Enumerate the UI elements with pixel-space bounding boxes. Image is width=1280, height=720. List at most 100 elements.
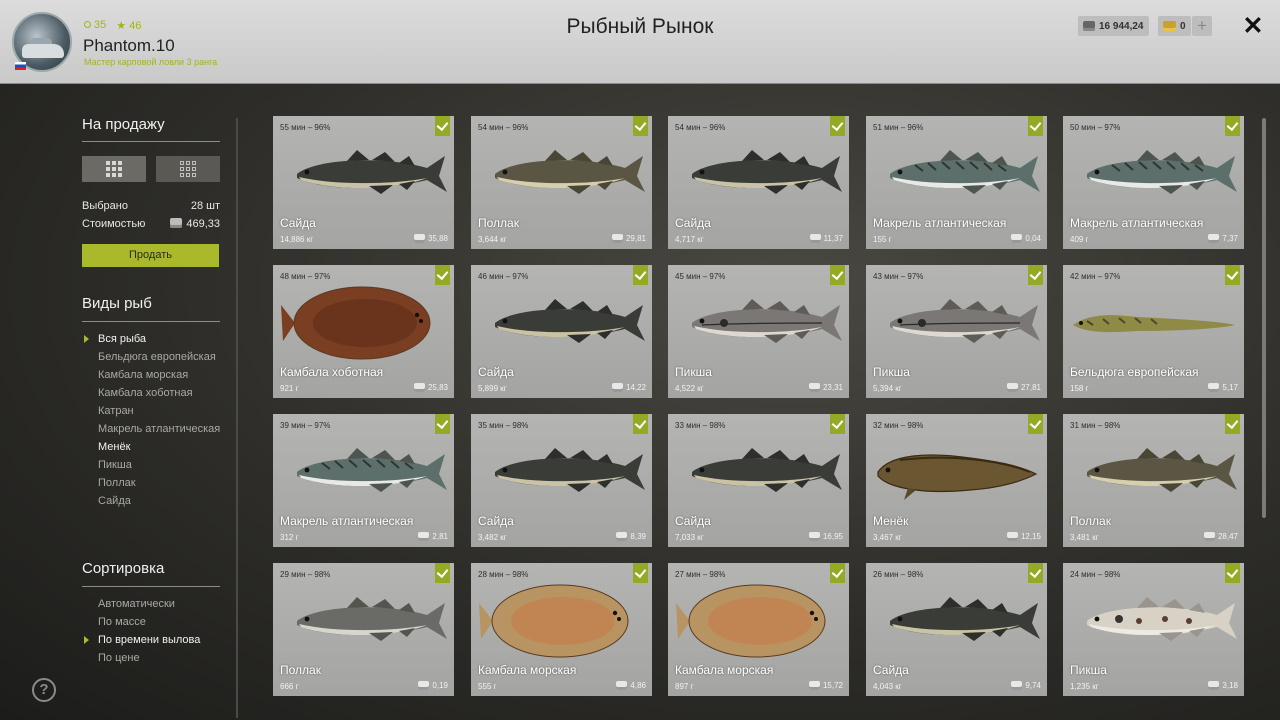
catch-time-label: 48 мин – 97%: [280, 272, 331, 281]
fish-price: 25,83: [413, 383, 448, 392]
species-filter-item[interactable]: Бельдюга европейская: [98, 351, 228, 363]
checkbox-checked-icon[interactable]: [1225, 563, 1240, 583]
fish-price: 35,88: [413, 234, 448, 243]
checkbox-checked-icon[interactable]: [633, 563, 648, 583]
close-button[interactable]: ✕: [1240, 13, 1266, 39]
species-filter-item[interactable]: Камбала морская: [98, 369, 228, 381]
species-filter-item[interactable]: Макрель атлантическая: [98, 423, 228, 435]
fish-weight: 7,033 кг: [675, 533, 704, 542]
catch-time-label: 26 мин – 98%: [873, 570, 924, 579]
fish-image: [890, 150, 1040, 194]
species-filter-item[interactable]: Менёк: [98, 441, 228, 453]
fish-card[interactable]: 32 мин – 98% Менёк 3,467 кг 12,15: [866, 414, 1047, 547]
fish-card[interactable]: 27 мин – 98% Камбала морская 897 г 15,72: [668, 563, 849, 696]
fish-image: [1087, 150, 1237, 194]
catch-time-label: 54 мин – 96%: [675, 123, 726, 132]
sort-option-item[interactable]: Автоматически: [98, 598, 228, 610]
fish-price: 5,17: [1208, 383, 1238, 392]
grid-scrollbar[interactable]: [1262, 118, 1266, 518]
fish-card[interactable]: 31 мин – 98% Поллак 3,481 кг 28,47: [1063, 414, 1244, 547]
checkbox-checked-icon[interactable]: [830, 116, 845, 136]
checkbox-checked-icon[interactable]: [435, 265, 450, 285]
fish-card[interactable]: 28 мин – 98% Камбала морская 555 г 4,86: [471, 563, 652, 696]
fish-card[interactable]: 26 мин – 98% Сайда 4,043 кг 9,74: [866, 563, 1047, 696]
fish-card[interactable]: 51 мин – 96% Макрель атлантическая 155 г…: [866, 116, 1047, 249]
checkbox-checked-icon[interactable]: [1028, 116, 1043, 136]
checkbox-checked-icon[interactable]: [1225, 116, 1240, 136]
help-button[interactable]: ?: [32, 678, 56, 702]
fish-image: [1087, 597, 1237, 641]
catch-time-label: 45 мин – 97%: [675, 272, 726, 281]
checkbox-checked-icon[interactable]: [435, 563, 450, 583]
fish-image: [877, 454, 1038, 500]
catch-time-label: 24 мин – 98%: [1070, 570, 1121, 579]
fish-card[interactable]: 43 мин – 97% Пикша 5,394 кг 27,81: [866, 265, 1047, 398]
fish-card[interactable]: 50 мин – 97% Макрель атлантическая 409 г…: [1063, 116, 1244, 249]
fish-name: Пикша: [675, 365, 712, 379]
fish-name: Камбала морская: [478, 663, 577, 677]
fish-card[interactable]: 35 мин – 98% Сайда 3,482 кг 8,39: [471, 414, 652, 547]
checkbox-checked-icon[interactable]: [1028, 414, 1043, 434]
fish-name: Камбала хоботная: [280, 365, 384, 379]
fish-card[interactable]: 48 мин – 97% Камбала хоботная 921 г 25,8…: [273, 265, 454, 398]
checkbox-checked-icon[interactable]: [1028, 265, 1043, 285]
fish-name: Сайда: [280, 216, 316, 230]
fish-card[interactable]: 55 мин – 96% Сайда 14,886 кг 35,88: [273, 116, 454, 249]
species-filter-item[interactable]: Поллак: [98, 477, 228, 489]
player-name: Phantom.10: [83, 36, 175, 55]
catch-time-label: 46 мин – 97%: [478, 272, 529, 281]
fish-card[interactable]: 54 мин – 96% Поллак 3,644 кг 29,81: [471, 116, 652, 249]
checkbox-checked-icon[interactable]: [830, 265, 845, 285]
fish-name: Камбала морская: [675, 663, 774, 677]
fish-card[interactable]: 33 мин – 98% Сайда 7,033 кг 16,95: [668, 414, 849, 547]
species-filter-item[interactable]: Вся рыба: [84, 333, 228, 345]
silver-coin-icon: [1011, 681, 1023, 690]
silver-coin-icon: [1208, 383, 1220, 392]
checkbox-checked-icon[interactable]: [435, 414, 450, 434]
fish-card[interactable]: 42 мин – 97% Бельдюга европейская 158 г …: [1063, 265, 1244, 398]
checkbox-checked-icon[interactable]: [435, 116, 450, 136]
sell-button[interactable]: Продать: [82, 244, 219, 267]
fish-name: Сайда: [478, 365, 514, 379]
fish-name: Бельдюга европейская: [1070, 365, 1199, 379]
small-grid-view-button[interactable]: [156, 156, 220, 182]
checkbox-checked-icon[interactable]: [1225, 265, 1240, 285]
fish-card[interactable]: 45 мин – 97% Пикша 4,522 кг 23,31: [668, 265, 849, 398]
fish-image: [281, 286, 431, 360]
checkbox-checked-icon[interactable]: [830, 414, 845, 434]
species-filter-item[interactable]: Сайда: [98, 495, 228, 507]
species-filter-item[interactable]: Камбала хоботная: [98, 387, 228, 399]
large-grid-view-button[interactable]: [82, 156, 146, 182]
checkbox-checked-icon[interactable]: [633, 414, 648, 434]
fish-card[interactable]: 46 мин – 97% Сайда 5,899 кг 14,22: [471, 265, 652, 398]
catch-time-label: 42 мин – 97%: [1070, 272, 1121, 281]
checkbox-checked-icon[interactable]: [633, 116, 648, 136]
checkbox-checked-icon[interactable]: [1225, 414, 1240, 434]
species-filter-list: Вся рыба Бельдюга европейская Камбала морс…: [84, 333, 228, 513]
fish-card[interactable]: 24 мин – 98% Пикша 1,235 кг 3,18: [1063, 563, 1244, 696]
fish-image: [1073, 315, 1235, 333]
fish-price: 8,39: [616, 532, 646, 541]
fish-card[interactable]: 29 мин – 98% Поллак 666 г 0,19: [273, 563, 454, 696]
checkbox-checked-icon[interactable]: [633, 265, 648, 285]
sort-option-item[interactable]: По цене: [98, 652, 228, 664]
fish-weight: 4,717 кг: [675, 235, 704, 244]
fish-image: [495, 448, 645, 492]
species-filter-item[interactable]: Катран: [98, 405, 228, 417]
species-filter-item[interactable]: Пикша: [98, 459, 228, 471]
fish-name: Поллак: [478, 216, 519, 230]
catch-time-label: 35 мин – 98%: [478, 421, 529, 430]
fish-card[interactable]: 54 мин – 96% Сайда 4,717 кг 11,37: [668, 116, 849, 249]
fish-image: [692, 299, 842, 343]
silver-coin-icon: [1203, 532, 1215, 541]
fish-name: Макрель атлантическая: [873, 216, 1007, 230]
sort-option-item[interactable]: По времени вылова: [84, 634, 228, 646]
checkbox-checked-icon[interactable]: [830, 563, 845, 583]
checkbox-checked-icon[interactable]: [1028, 563, 1043, 583]
selected-count-row: Выбрано 28 шт: [82, 200, 220, 212]
fish-weight: 155 г: [873, 235, 892, 244]
fish-card[interactable]: 39 мин – 97% Макрель атлантическая 312 г…: [273, 414, 454, 547]
add-gold-button[interactable]: +: [1192, 16, 1212, 36]
sort-option-item[interactable]: По массе: [98, 616, 228, 628]
fish-price: 11,37: [809, 234, 843, 243]
